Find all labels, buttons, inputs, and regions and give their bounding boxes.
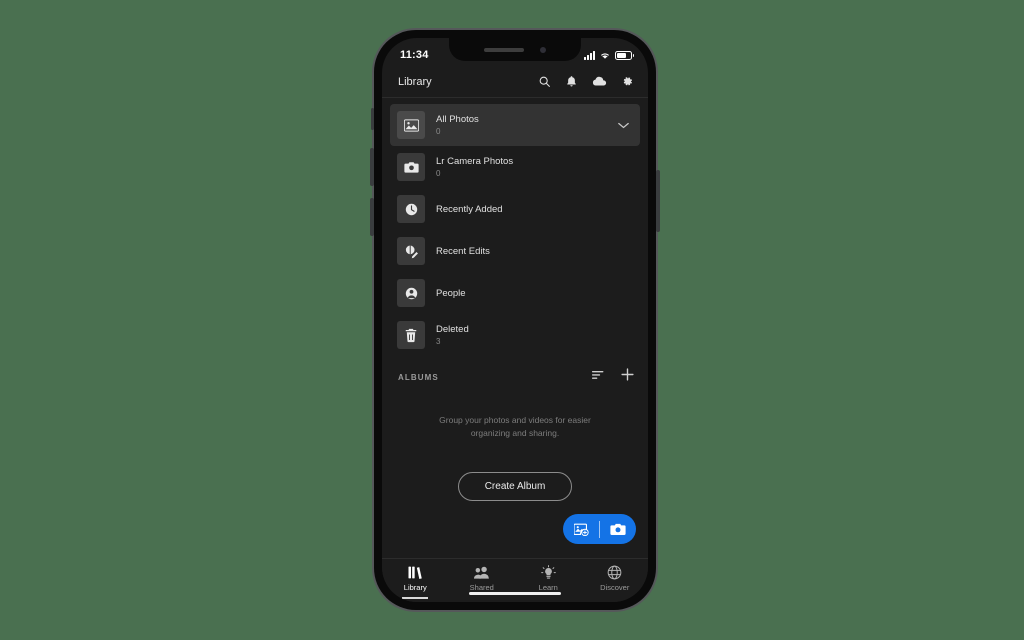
photo-icon: [397, 111, 425, 139]
add-photos-icon[interactable]: [563, 514, 599, 544]
home-indicator[interactable]: [469, 591, 561, 595]
tab-label: Library: [403, 583, 427, 592]
tab-library[interactable]: Library: [388, 565, 442, 601]
floating-action-bar: [563, 514, 636, 544]
volume-up-button[interactable]: [370, 148, 374, 186]
wifi-icon: [601, 53, 609, 59]
cloud-icon[interactable]: [592, 75, 607, 88]
albums-section-header: ALBUMS: [382, 356, 648, 394]
phone-frame: 11:34 Library All Photos 0 Lr Camera Pho…: [370, 30, 660, 610]
power-button[interactable]: [656, 170, 660, 232]
signal-bars-icon: [584, 50, 595, 60]
tab-active-underline: [535, 597, 561, 599]
front-camera-dot: [540, 46, 546, 53]
person-icon: [397, 279, 425, 307]
tab-learn[interactable]: Learn: [521, 565, 575, 601]
camera-icon[interactable]: [600, 514, 636, 544]
clock-icon: [397, 195, 425, 223]
library-row-title: Lr Camera Photos: [436, 156, 514, 167]
library-row-title: All Photos: [436, 114, 479, 125]
library-row-lr-camera-photos[interactable]: Lr Camera Photos 0: [390, 146, 640, 188]
notch: [449, 38, 581, 61]
library-row-title: Deleted: [436, 324, 469, 335]
library-row-people[interactable]: People: [390, 272, 640, 314]
albums-section-label: ALBUMS: [398, 372, 439, 382]
create-album-button[interactable]: Create Album: [457, 472, 573, 501]
search-icon[interactable]: [538, 75, 551, 88]
library-row-count: 3: [436, 337, 441, 346]
mute-switch[interactable]: [371, 108, 374, 130]
library-row-all-photos[interactable]: All Photos 0: [390, 104, 640, 146]
globe-icon: [607, 565, 622, 580]
camera-icon: [397, 153, 425, 181]
people-icon: [473, 566, 489, 579]
tab-discover[interactable]: Discover: [588, 565, 642, 601]
library-row-deleted[interactable]: Deleted 3: [390, 314, 640, 356]
tab-shared[interactable]: Shared: [455, 565, 509, 601]
library-list: All Photos 0 Lr Camera Photos 0 Recently…: [382, 98, 648, 356]
app-header: Library: [382, 66, 648, 98]
library-row-count: 0: [436, 169, 441, 178]
library-row-title: People: [436, 287, 466, 299]
tab-active-underline: [602, 597, 628, 599]
library-row-recent-edits[interactable]: Recent Edits: [390, 230, 640, 272]
sort-icon[interactable]: [592, 368, 605, 386]
bottom-tab-bar: Library Shared Learn Discover: [382, 558, 648, 602]
gear-icon[interactable]: [621, 75, 634, 88]
plus-icon[interactable]: [621, 368, 634, 386]
status-time: 11:34: [400, 49, 429, 61]
edit-circle-icon: [397, 237, 425, 265]
phone-screen: 11:34 Library All Photos 0 Lr Camera Pho…: [382, 38, 648, 602]
bell-icon[interactable]: [565, 75, 578, 88]
status-icons: [584, 50, 634, 60]
library-row-title: Recently Added: [436, 203, 503, 215]
volume-down-button[interactable]: [370, 198, 374, 236]
speaker-slot: [484, 47, 524, 52]
header-actions: [538, 75, 634, 88]
books-icon: [408, 566, 422, 579]
trash-icon: [397, 321, 425, 349]
battery-icon: [615, 50, 634, 60]
lightbulb-icon: [540, 565, 556, 579]
library-row-count: 0: [436, 127, 441, 136]
tab-active-underline: [469, 597, 495, 599]
albums-section-actions: [592, 368, 634, 386]
albums-empty-message: Group your photos and videos for easier …: [439, 415, 591, 438]
tab-label: Discover: [600, 583, 630, 592]
tab-active-underline: [402, 597, 429, 599]
page-title: Library: [398, 75, 432, 88]
library-row-title: Recent Edits: [436, 245, 490, 257]
chevron-down-icon[interactable]: [618, 116, 633, 134]
library-row-recently-added[interactable]: Recently Added: [390, 188, 640, 230]
